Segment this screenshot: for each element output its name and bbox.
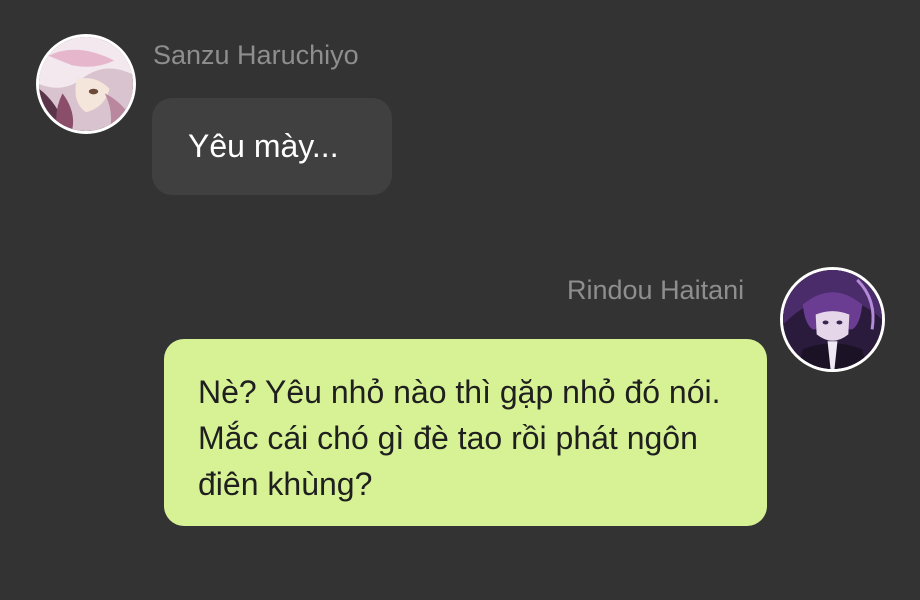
sender-name-rindou: Rindou Haitani — [567, 275, 745, 305]
message-text-incoming: Yêu mày... — [188, 128, 339, 164]
message-text-outgoing: Nè? Yêu nhỏ nào thì gặp nhỏ đó nói. Mắc … — [198, 374, 721, 502]
chat-thread: Sanzu Haruchiyo Yêu mày... Rindou Haitan… — [0, 0, 920, 600]
sanzu-avatar-icon[interactable] — [36, 34, 136, 134]
message-bubble-outgoing[interactable]: Nè? Yêu nhỏ nào thì gặp nhỏ đó nói. Mắc … — [164, 339, 767, 526]
message-bubble-incoming[interactable]: Yêu mày... — [152, 98, 392, 195]
rindou-avatar-icon[interactable] — [780, 267, 885, 372]
sender-name-sanzu: Sanzu Haruchiyo — [153, 40, 359, 70]
